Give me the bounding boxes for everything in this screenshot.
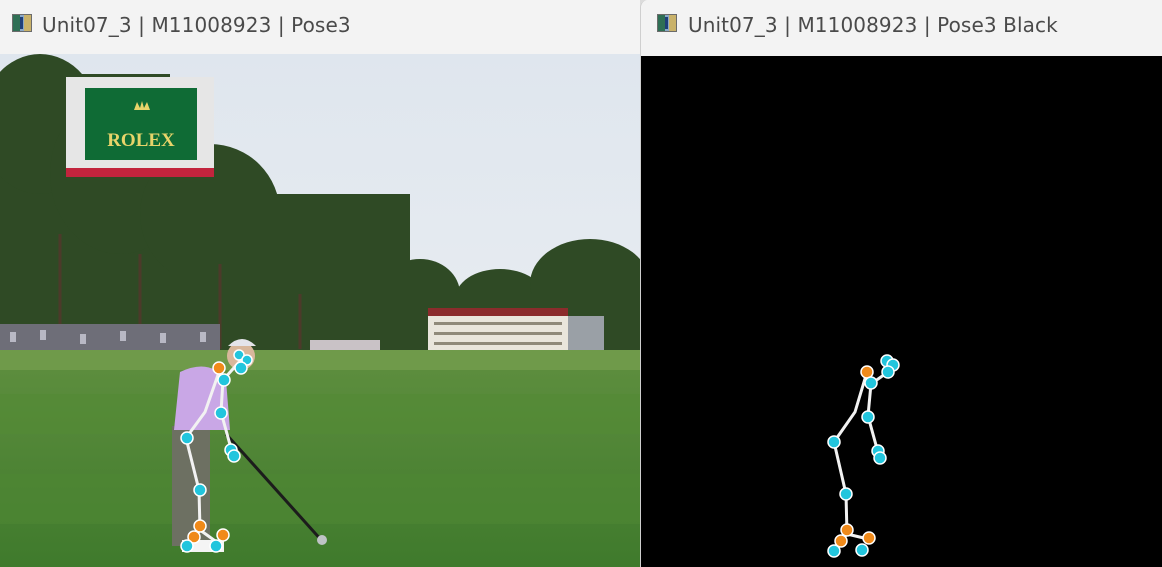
window-titlebar[interactable]: Unit07_3 | M11008923 | Pose3 — [0, 0, 640, 54]
app-icon — [657, 14, 677, 32]
sign-text: ROLEX — [107, 130, 175, 151]
window-titlebar[interactable]: Unit07_3 | M11008923 | Pose3 Black — [641, 0, 1162, 54]
video-frame: ROLEX — [0, 54, 640, 567]
window-title: Unit07_3 | M11008923 | Pose3 — [42, 13, 351, 37]
window-title: Unit07_3 | M11008923 | Pose3 Black — [688, 13, 1058, 37]
app-icon — [12, 14, 32, 32]
black-pose-canvas — [641, 56, 1162, 567]
pose-video-window[interactable]: Unit07_3 | M11008923 | Pose3 ROLEX — [0, 0, 640, 567]
pose-black-window[interactable]: Unit07_3 | M11008923 | Pose3 Black — [640, 0, 1162, 567]
rolex-sign: ROLEX — [66, 77, 214, 177]
